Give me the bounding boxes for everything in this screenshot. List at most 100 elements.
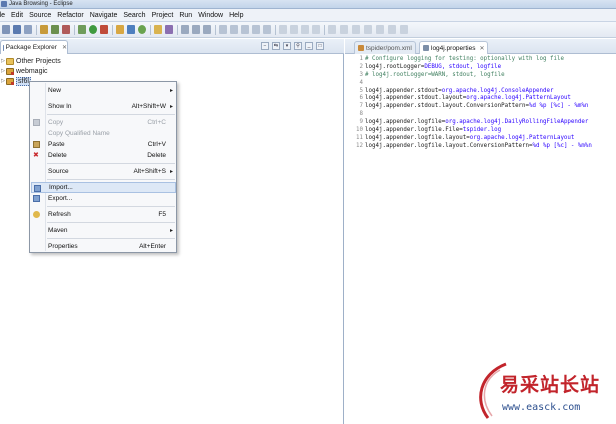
menu-item-copy-qualified-name[interactable]: Copy Qualified Name <box>31 128 176 139</box>
toolbar-separator <box>275 25 276 35</box>
menu-window[interactable]: Window <box>195 12 226 19</box>
code-text: log4j.appender.logfile.File=tspider.log <box>365 127 501 135</box>
menu-item-show-in[interactable]: Show In Alt+Shift+W ▸ <box>31 101 176 112</box>
code-line: 5 log4j.appender.stdout=org.apache.log4j.… <box>345 88 616 96</box>
menu-refactor[interactable]: Refactor <box>54 12 86 19</box>
history-back-icon[interactable] <box>328 25 336 34</box>
nav-arrow-icon[interactable] <box>340 25 348 34</box>
toggle-mark-icon[interactable] <box>181 25 189 34</box>
main-toolbar <box>0 22 616 38</box>
minimize-icon[interactable]: _ <box>305 42 313 50</box>
forward-icon[interactable] <box>263 25 271 34</box>
menu-item-copy[interactable]: Copy Ctrl+C <box>31 117 176 128</box>
tab-label: Package Explorer <box>5 44 57 51</box>
new-icon[interactable] <box>2 25 10 34</box>
annotation-icon[interactable] <box>192 25 200 34</box>
nav-arrow-icon[interactable] <box>400 25 408 34</box>
skip-breakpoints-icon[interactable] <box>62 25 70 34</box>
menu-item-source[interactable]: Source Alt+Shift+S ▸ <box>31 166 176 177</box>
import-icon <box>34 185 41 192</box>
tree-item-other-projects[interactable]: ▷ Other Projects <box>0 56 61 66</box>
menu-item-label: Paste <box>48 141 65 148</box>
menu-search[interactable]: Search <box>120 12 148 19</box>
menu-item-maven[interactable]: Maven ▸ <box>31 225 176 236</box>
collapse-all-icon[interactable]: − <box>261 42 269 50</box>
tab-package-explorer[interactable]: Package Explorer ✕ <box>0 40 68 54</box>
open-folder-icon[interactable] <box>154 25 162 34</box>
tab-log4j-properties[interactable]: log4j.properties ✕ <box>419 41 489 54</box>
menu-source[interactable]: Source <box>26 12 54 19</box>
code-key: log4j.appender.logfile= <box>365 119 446 126</box>
tab-pom-xml[interactable]: tspider/pom.xml <box>354 41 416 54</box>
back-icon[interactable] <box>252 25 260 34</box>
menu-item-label: Refresh <box>48 211 71 218</box>
perspective-icon[interactable] <box>279 25 287 34</box>
new-package-icon[interactable] <box>127 25 135 34</box>
menu-help[interactable]: Help <box>226 12 246 19</box>
whitespace-icon[interactable] <box>203 25 211 34</box>
save-icon[interactable] <box>13 25 21 34</box>
previous-annotation-icon[interactable] <box>230 25 238 34</box>
close-icon[interactable]: ✕ <box>479 45 484 52</box>
code-text: log4j.appender.logfile.layout=org.apache… <box>365 135 574 143</box>
new-class-icon[interactable] <box>138 25 146 34</box>
watermark: 易采站长站 www.easck.com <box>470 360 616 424</box>
nav-arrow-icon[interactable] <box>388 25 396 34</box>
code-text: log4j.appender.logfile=org.apache.log4j.… <box>365 119 588 127</box>
build-icon[interactable] <box>51 25 59 34</box>
menu-item-properties[interactable]: Properties Alt+Enter <box>31 241 176 252</box>
menu-item-shortcut: Ctrl+V <box>147 141 166 148</box>
menu-item-export[interactable]: Export... <box>31 193 176 204</box>
menu-run[interactable]: Run <box>176 12 195 19</box>
code-line: 1 # Configure logging for testing: option… <box>345 56 616 64</box>
title-bar: Java Browsing - Eclipse <box>0 0 616 9</box>
perspective-icon[interactable] <box>290 25 298 34</box>
tree-item-webmagic[interactable]: ▷ webmagic <box>0 66 48 76</box>
menu-item-delete[interactable]: ✖ Delete Delete <box>31 150 176 161</box>
toolbar-separator <box>150 25 151 35</box>
tab-label: tspider/pom.xml <box>366 44 412 52</box>
last-edit-icon[interactable] <box>241 25 249 34</box>
line-number: 11 <box>356 134 363 141</box>
menu-project[interactable]: Project <box>149 12 177 19</box>
search-icon[interactable] <box>165 25 173 34</box>
nav-arrow-icon[interactable] <box>364 25 372 34</box>
menu-item-paste[interactable]: Paste Ctrl+V <box>31 139 176 150</box>
nav-arrow-icon[interactable] <box>352 25 360 34</box>
code-line: 10 log4j.appender.logfile.File=tspider.lo… <box>345 127 616 135</box>
menu-item-refresh[interactable]: Refresh F5 <box>31 209 176 220</box>
line-number: 4 <box>359 79 364 86</box>
view-menu-icon[interactable]: ▾ <box>283 42 291 50</box>
line-number: 1 <box>359 56 364 62</box>
code-key: log4j.rootLogger= <box>365 63 425 70</box>
open-type-icon[interactable] <box>40 25 48 34</box>
new-java-project-icon[interactable] <box>116 25 124 34</box>
nav-arrow-icon[interactable] <box>376 25 384 34</box>
line-number: 10 <box>356 127 363 134</box>
perspective-icon[interactable] <box>312 25 320 34</box>
menu-item-new[interactable]: New ▸ <box>31 85 176 96</box>
print-icon[interactable] <box>24 25 32 34</box>
toolbar-separator <box>215 25 216 35</box>
export-icon <box>33 195 40 202</box>
filter-icon[interactable]: ⚲ <box>294 42 302 50</box>
code-editor[interactable]: 1 # Configure logging for testing: option… <box>345 56 616 151</box>
menu-item-import[interactable]: Import... <box>31 182 176 193</box>
menu-edit[interactable]: Edit <box>8 12 26 19</box>
submenu-arrow-icon: ▸ <box>169 169 173 175</box>
link-with-editor-icon[interactable]: ⇆ <box>272 42 280 50</box>
menu-file[interactable]: ile <box>0 12 8 19</box>
code-key: log4j.appender.logfile.File= <box>365 127 463 134</box>
maximize-icon[interactable]: □ <box>316 42 324 50</box>
code-value: %d %p [%c] - %m%n <box>532 142 592 149</box>
close-icon[interactable]: ✕ <box>62 44 67 51</box>
menu-separator <box>47 206 175 207</box>
run-icon[interactable] <box>89 25 97 34</box>
perspective-icon[interactable] <box>301 25 309 34</box>
window-title: Java Browsing - Eclipse <box>9 1 73 7</box>
debug-icon[interactable] <box>78 25 86 34</box>
menu-navigate[interactable]: Navigate <box>87 12 121 19</box>
tree-item-sf6l[interactable]: ▷ sf6l <box>0 76 31 86</box>
next-annotation-icon[interactable] <box>219 25 227 34</box>
external-tools-icon[interactable] <box>100 25 108 34</box>
